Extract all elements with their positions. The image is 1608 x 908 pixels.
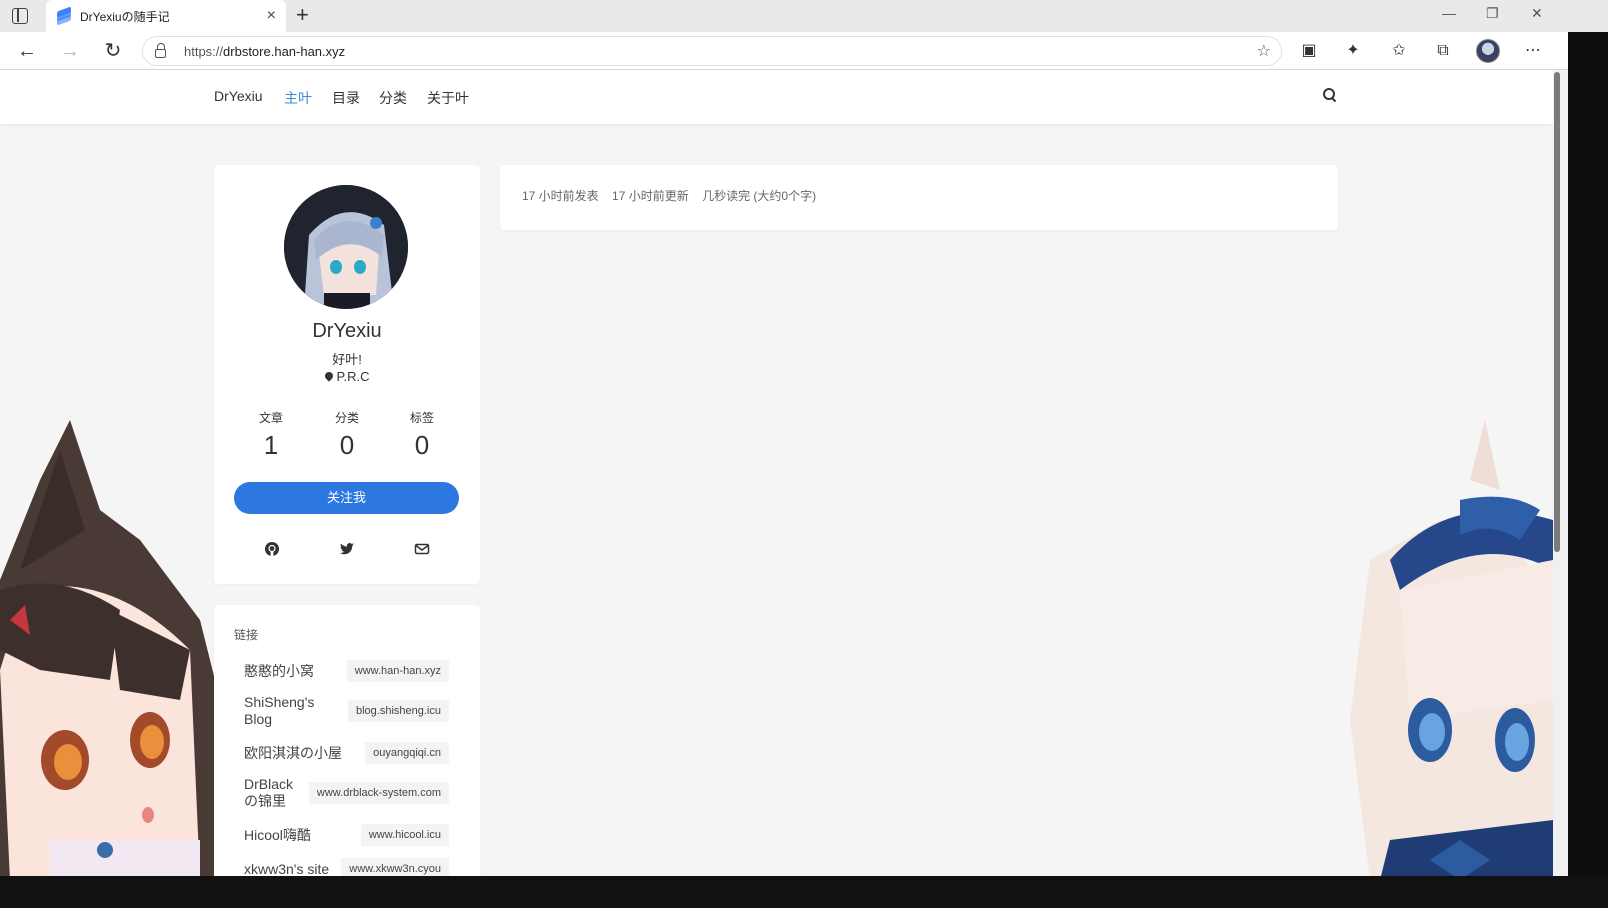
stat-posts[interactable]: 文章 1 [236, 409, 306, 461]
site-header: DrYexiu 主叶 目录 分类 关于叶 [0, 70, 1553, 124]
friend-link[interactable]: xkww3n's site www.xkww3n.cyou [244, 858, 449, 876]
decorative-character-right [1350, 420, 1553, 876]
tab-title: DrYexiuの随手记 [80, 9, 170, 24]
site-favicon-icon [56, 6, 72, 26]
stat-tags[interactable]: 标签 0 [387, 409, 457, 461]
new-tab-button[interactable]: + [296, 4, 309, 26]
friend-link[interactable]: DrBlackの锦里 www.drblack-system.com [244, 776, 449, 810]
friend-link[interactable]: ShiSheng's Blog blog.shisheng.icu [244, 694, 449, 728]
address-url[interactable]: https://drbstore.han-han.xyz [184, 44, 345, 59]
avatar [284, 185, 408, 309]
browser-toolbar: ← → ↻ https://drbstore.han-han.xyz ☆ ▣ ✦… [0, 32, 1608, 70]
workspace-icon[interactable]: ▣ [1298, 40, 1320, 62]
back-icon[interactable]: ← [14, 38, 40, 64]
page-viewport: DrYexiu 主叶 目录 分类 关于叶 DrYexiu 好叶! P.R.C 文… [0, 70, 1553, 876]
author-name: DrYexiu [312, 320, 382, 342]
browser-tab-bar: DrYexiuの随手记 × + — ❐ ✕ [0, 0, 1608, 32]
twitter-icon[interactable] [339, 541, 355, 557]
nav-link-categories[interactable]: 分类 [379, 88, 407, 108]
lock-icon [155, 43, 166, 58]
stat-categories[interactable]: 分类 0 [312, 409, 382, 461]
screen-edge [1568, 32, 1608, 908]
scrollbar-thumb[interactable] [1554, 72, 1560, 552]
author-motto: 好叶! [332, 352, 362, 367]
github-icon[interactable] [264, 541, 280, 557]
decorative-character-left [0, 420, 215, 876]
post-meta: 17 小时前发表 17 小时前更新 几秒读完 (大约0个字) [522, 187, 826, 204]
address-bar[interactable]: https://drbstore.han-han.xyz ☆ [142, 36, 1282, 66]
mail-icon[interactable] [414, 541, 430, 557]
add-favorite-icon[interactable]: ☆ [1257, 41, 1271, 61]
tab-close-icon[interactable]: × [267, 7, 276, 25]
forward-icon[interactable]: → [57, 38, 83, 64]
close-window-icon[interactable]: ✕ [1531, 5, 1543, 22]
screen-bottom-edge [0, 876, 1608, 908]
post-updated-time: 17 小时前更新 [612, 189, 689, 203]
nav-link-home[interactable]: 主叶 [284, 88, 312, 108]
follow-button[interactable]: 关注我 [234, 482, 459, 514]
browser-profile-avatar[interactable] [1476, 39, 1500, 63]
more-menu-icon[interactable]: ⋯ [1522, 40, 1544, 62]
friend-link[interactable]: 欧阳淇淇の小屋 ouyangqiqi.cn [244, 742, 449, 764]
profile-card: DrYexiu 好叶! P.R.C 文章 1 分类 0 标签 0 关注我 [214, 165, 480, 584]
extensions-icon[interactable]: ✦ [1342, 40, 1364, 62]
refresh-icon[interactable]: ↻ [100, 38, 126, 64]
map-pin-icon [322, 370, 335, 382]
author-location: P.R.C [214, 369, 480, 384]
collections-icon[interactable]: ⧉ [1432, 40, 1454, 62]
nav-link-archive[interactable]: 目录 [332, 88, 360, 108]
tab-actions-icon[interactable] [12, 8, 28, 24]
post-published-time: 17 小时前发表 [522, 189, 599, 203]
minimize-icon[interactable]: — [1442, 5, 1456, 21]
post-read-time: 几秒读完 (大约0个字) [702, 189, 817, 203]
links-title: 链接 [234, 628, 259, 642]
browser-tab[interactable]: DrYexiuの随手记 × [46, 0, 286, 32]
friend-link[interactable]: Hicool嗨酷 www.hicool.icu [244, 824, 449, 846]
post-card: 17 小时前发表 17 小时前更新 几秒读完 (大约0个字) [500, 165, 1338, 230]
friend-link[interactable]: 憨憨的小窝 www.han-han.xyz [244, 660, 449, 682]
restore-icon[interactable]: ❐ [1486, 5, 1499, 22]
favorites-icon[interactable]: ✩ [1388, 40, 1410, 62]
site-brand[interactable]: DrYexiu [214, 88, 263, 104]
links-card: 链接 憨憨的小窝 www.han-han.xyz ShiSheng's Blog… [214, 605, 480, 876]
search-icon[interactable] [1323, 88, 1337, 102]
nav-link-about[interactable]: 关于叶 [427, 88, 469, 108]
